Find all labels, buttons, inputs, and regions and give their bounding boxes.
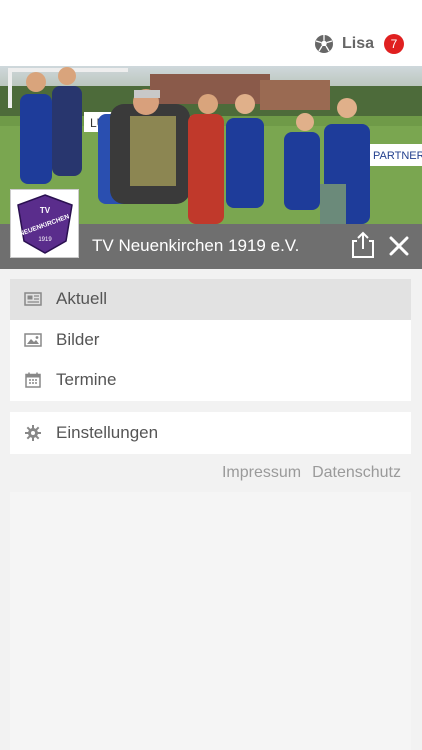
calendar-icon	[24, 372, 42, 389]
image-icon	[24, 332, 42, 348]
club-name: TV Neuenkirchen 1919 e.V.	[92, 236, 300, 255]
share-icon	[352, 231, 374, 258]
share-button[interactable]	[351, 231, 375, 259]
menu-item-bilder[interactable]: Bilder	[10, 320, 411, 361]
menu-label-termine: Termine	[56, 370, 117, 390]
gear-icon	[24, 425, 42, 441]
menu-label-aktuell: Aktuell	[56, 289, 108, 309]
logo-text-year: 1919	[38, 237, 52, 243]
user-name: Lisa	[341, 35, 374, 52]
banner-text-right: PARTNER	[373, 150, 422, 162]
football-icon	[314, 34, 334, 54]
close-button[interactable]	[388, 235, 410, 257]
datenschutz-link[interactable]: Datenschutz	[312, 464, 401, 482]
navigation-menu: Aktuell Bilder Termine	[10, 279, 411, 401]
newspaper-icon	[24, 291, 42, 307]
notification-badge: 7	[384, 34, 404, 54]
menu-item-termine[interactable]: Termine	[10, 360, 411, 401]
settings-menu: Einstellungen	[10, 412, 411, 454]
logo-text-top: TV	[39, 206, 50, 215]
club-logo: TV NEUENKIRCHEN 1919	[10, 189, 79, 258]
menu-label-bilder: Bilder	[56, 329, 100, 349]
top-bar: Lisa 7	[0, 0, 422, 66]
empty-content-area	[10, 492, 411, 750]
footer-links: Impressum Datenschutz	[222, 464, 401, 482]
user-menu[interactable]: Lisa 7	[314, 32, 404, 56]
menu-label-einstellungen: Einstellungen	[56, 423, 159, 442]
impressum-link[interactable]: Impressum	[222, 464, 301, 482]
menu-item-aktuell[interactable]: Aktuell	[10, 279, 411, 320]
close-icon	[389, 236, 409, 256]
menu-item-einstellungen[interactable]: Einstellungen	[10, 412, 411, 454]
